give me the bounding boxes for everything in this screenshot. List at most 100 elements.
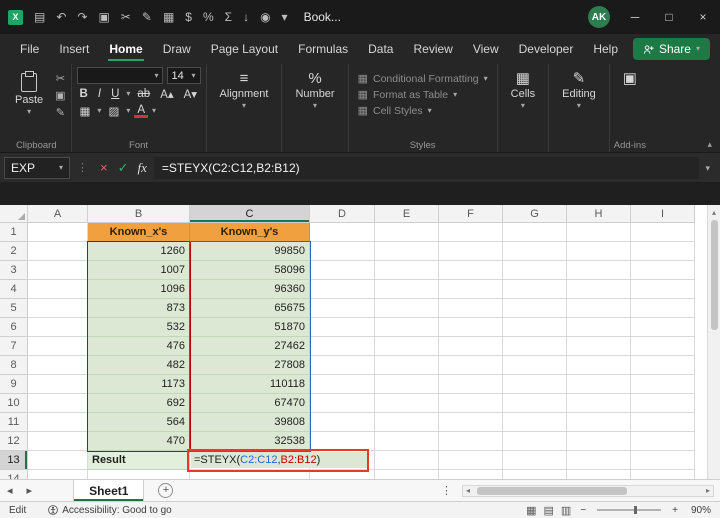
cell-H2[interactable]	[567, 242, 631, 261]
zoom-out-button[interactable]: −	[580, 505, 586, 516]
format-as-table-button[interactable]: ▦ Format as Table ▾	[358, 88, 488, 102]
tab-file[interactable]: File	[10, 35, 49, 63]
cell-E3[interactable]	[375, 261, 439, 280]
cell-B8[interactable]: 482	[88, 356, 190, 375]
cell-D3[interactable]	[310, 261, 375, 280]
avatar[interactable]: AK	[588, 6, 610, 28]
expand-formula-bar-icon[interactable]: ▾	[705, 163, 710, 172]
tab-review[interactable]: Review	[403, 35, 462, 63]
autosum-icon[interactable]: Σ	[225, 10, 232, 24]
zoom-slider[interactable]	[597, 506, 662, 514]
merge-center-icon[interactable]: ▦	[163, 10, 174, 24]
cut-button[interactable]: ✂	[56, 72, 65, 85]
fill-color-button[interactable]: ▨	[105, 104, 122, 118]
cell-D8[interactable]	[310, 356, 375, 375]
cell-B3[interactable]: 1007	[88, 261, 190, 280]
maximize-button[interactable]: □	[660, 10, 678, 24]
cell-G2[interactable]	[503, 242, 567, 261]
cell-E10[interactable]	[375, 394, 439, 413]
font-color-button[interactable]: A	[134, 104, 148, 118]
cell-G13[interactable]	[503, 451, 567, 470]
sort-icon[interactable]: ↓	[243, 10, 249, 24]
dollar-icon[interactable]: $	[185, 10, 192, 24]
cell-G9[interactable]	[503, 375, 567, 394]
cell-I9[interactable]	[631, 375, 695, 394]
cell-F3[interactable]	[439, 261, 503, 280]
col-header-D[interactable]: D	[310, 205, 375, 223]
col-header-A[interactable]: A	[28, 205, 88, 223]
cell-F6[interactable]	[439, 318, 503, 337]
cell-G3[interactable]	[503, 261, 567, 280]
cell-G11[interactable]	[503, 413, 567, 432]
cell-B11[interactable]: 564	[88, 413, 190, 432]
cell-F7[interactable]	[439, 337, 503, 356]
page-break-view-icon[interactable]: ▥	[561, 504, 571, 517]
cell-C3[interactable]: 58096	[190, 261, 310, 280]
horizontal-scrollbar-thumb[interactable]	[477, 486, 628, 495]
cell-E2[interactable]	[375, 242, 439, 261]
customize-quick-access-icon[interactable]: ▾	[282, 10, 288, 24]
cell-B7[interactable]: 476	[88, 337, 190, 356]
increase-font-button[interactable]: A▴	[157, 87, 176, 101]
cell-F2[interactable]	[439, 242, 503, 261]
cell-A11[interactable]	[28, 413, 88, 432]
vertical-scrollbar-thumb[interactable]	[710, 220, 718, 330]
conditional-formatting-button[interactable]: ▦ Conditional Formatting ▾	[358, 72, 488, 86]
formula-input[interactable]: =STEYX(C2:C12,B2:B12)	[153, 156, 700, 179]
bold-button[interactable]: B	[77, 88, 91, 100]
cell-F5[interactable]	[439, 299, 503, 318]
cell-D2[interactable]	[310, 242, 375, 261]
cell-G1[interactable]	[503, 223, 567, 242]
cell-H12[interactable]	[567, 432, 631, 451]
minimize-button[interactable]: ─	[626, 10, 644, 24]
cell-C13[interactable]: =STEYX(C2:C12, B2:B12)	[190, 451, 367, 470]
zoom-level[interactable]: 90%	[687, 505, 711, 516]
cell-C11[interactable]: 39808	[190, 413, 310, 432]
paste-button[interactable]: Paste ▾	[7, 67, 51, 120]
sheet-bar-options-icon[interactable]: ⋮	[431, 484, 462, 497]
collapse-ribbon-icon[interactable]: ▴	[707, 139, 712, 150]
row-header-3[interactable]: 3	[0, 261, 28, 280]
cell-A4[interactable]	[28, 280, 88, 299]
cell-H6[interactable]	[567, 318, 631, 337]
cell-A8[interactable]	[28, 356, 88, 375]
row-header-13[interactable]: 13	[0, 451, 28, 470]
cell-C1[interactable]: Known_y's	[190, 223, 310, 242]
cell-F12[interactable]	[439, 432, 503, 451]
font-size-select[interactable]: 14 ▾	[166, 67, 201, 84]
cell-C5[interactable]: 65675	[190, 299, 310, 318]
cell-G5[interactable]	[503, 299, 567, 318]
row-header-8[interactable]: 8	[0, 356, 28, 375]
cell-E8[interactable]	[375, 356, 439, 375]
tab-view[interactable]: View	[463, 35, 509, 63]
prev-sheet-button[interactable]: ◂	[0, 484, 20, 497]
cell-G12[interactable]	[503, 432, 567, 451]
page-layout-view-icon[interactable]: ▤	[544, 504, 554, 517]
cell-I13[interactable]	[631, 451, 695, 470]
zoom-slider-thumb[interactable]	[634, 506, 638, 514]
cell-I1[interactable]	[631, 223, 695, 242]
row-header-4[interactable]: 4	[0, 280, 28, 299]
excel-icon[interactable]: X	[8, 9, 23, 25]
cell-G8[interactable]	[503, 356, 567, 375]
cell-C6[interactable]: 51870	[190, 318, 310, 337]
cell-I5[interactable]	[631, 299, 695, 318]
cell-D1[interactable]	[310, 223, 375, 242]
cell-H5[interactable]	[567, 299, 631, 318]
cell-C8[interactable]: 27808	[190, 356, 310, 375]
zoom-in-button[interactable]: +	[672, 505, 678, 516]
cell-B5[interactable]: 873	[88, 299, 190, 318]
scroll-right-icon[interactable]: ▸	[703, 486, 713, 495]
name-box[interactable]: EXP ▾	[4, 156, 70, 179]
borders-button[interactable]: ▦	[77, 104, 94, 118]
share-button[interactable]: Share ▾	[632, 38, 710, 60]
cell-D5[interactable]	[310, 299, 375, 318]
copy-button[interactable]: ▣	[55, 89, 65, 102]
sheet-tab-sheet1[interactable]: Sheet1	[73, 480, 145, 501]
format-painter-icon[interactable]: ✎	[142, 10, 152, 24]
cell-A6[interactable]	[28, 318, 88, 337]
cell-A5[interactable]	[28, 299, 88, 318]
italic-button[interactable]: I	[95, 88, 104, 100]
cell-E13[interactable]	[375, 451, 439, 470]
cell-F13[interactable]	[439, 451, 503, 470]
